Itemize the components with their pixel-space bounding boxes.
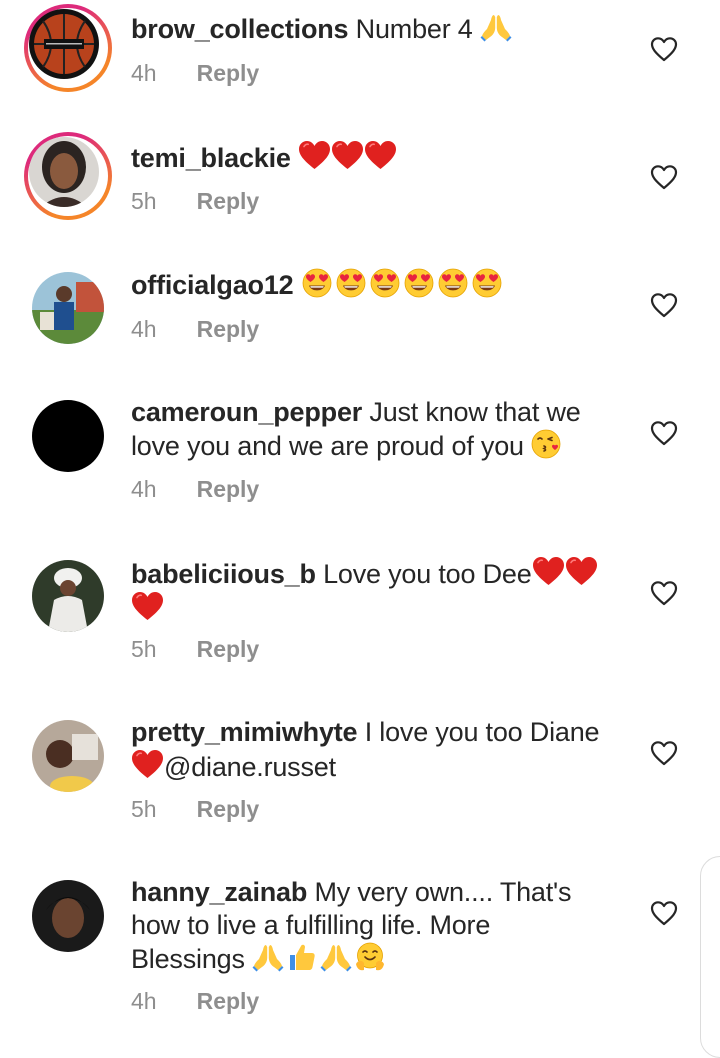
- red-heart-icon: [364, 140, 397, 170]
- profile-photo-icon: [32, 272, 104, 344]
- avatar[interactable]: [32, 720, 104, 792]
- comment-username[interactable]: temi_blackie: [131, 143, 291, 173]
- avatar[interactable]: [32, 272, 104, 344]
- comment-username[interactable]: hanny_zainab: [131, 877, 307, 907]
- avatar[interactable]: [32, 400, 104, 472]
- basketball-logo-icon: [29, 9, 99, 79]
- kissing-face-icon: [531, 429, 563, 459]
- heart-eyes-icon: [437, 268, 469, 298]
- overlay-card-edge: [700, 856, 720, 1058]
- reply-button[interactable]: Reply: [197, 796, 260, 823]
- folded-hands-icon: [320, 942, 352, 972]
- comment-timestamp: 5h: [131, 188, 157, 214]
- comment-timestamp: 5h: [131, 636, 157, 662]
- reply-button[interactable]: Reply: [197, 636, 260, 663]
- comment-timestamp: 4h: [131, 476, 157, 502]
- like-heart-icon[interactable]: [650, 292, 678, 318]
- profile-photo-icon: [29, 137, 99, 207]
- like-heart-icon[interactable]: [650, 740, 678, 766]
- reply-button[interactable]: Reply: [197, 188, 260, 215]
- heart-eyes-icon: [301, 268, 333, 298]
- comment-username[interactable]: babeliciious_b: [131, 559, 316, 589]
- like-heart-icon[interactable]: [650, 36, 678, 62]
- like-heart-icon[interactable]: [650, 164, 678, 190]
- comment-text: I love you too Diane: [364, 717, 600, 747]
- avatar[interactable]: [32, 560, 104, 632]
- thumbs-up-icon: [286, 942, 318, 972]
- heart-eyes-icon: [335, 268, 367, 298]
- heart-eyes-icon: [471, 268, 503, 298]
- hugging-face-icon: [354, 942, 386, 972]
- profile-photo-icon: [32, 560, 104, 632]
- like-heart-icon[interactable]: [650, 420, 678, 446]
- comment-text: Number 4: [355, 14, 473, 44]
- reply-button[interactable]: Reply: [197, 988, 260, 1015]
- like-heart-icon[interactable]: [650, 580, 678, 606]
- like-heart-icon[interactable]: [650, 900, 678, 926]
- heart-eyes-icon: [403, 268, 435, 298]
- red-heart-icon: [131, 591, 164, 621]
- comment-username[interactable]: brow_collections: [131, 14, 349, 44]
- reply-button[interactable]: Reply: [197, 60, 260, 87]
- comment-username[interactable]: cameroun_pepper: [131, 397, 362, 427]
- folded-hands-icon: [480, 12, 512, 42]
- red-heart-icon: [298, 140, 331, 170]
- comment-timestamp: 5h: [131, 796, 157, 822]
- comment-username[interactable]: officialgao12: [131, 270, 294, 300]
- comment-text: Love you too Dee: [323, 559, 532, 589]
- reply-button[interactable]: Reply: [197, 316, 260, 343]
- avatar[interactable]: [24, 4, 112, 92]
- red-heart-icon: [131, 749, 164, 779]
- comment-timestamp: 4h: [131, 60, 157, 86]
- heart-eyes-icon: [369, 268, 401, 298]
- red-heart-icon: [331, 140, 364, 170]
- comment-timestamp: 4h: [131, 316, 157, 342]
- folded-hands-icon: [252, 942, 284, 972]
- avatar[interactable]: [24, 132, 112, 220]
- comment-timestamp: 4h: [131, 988, 157, 1014]
- red-heart-icon: [532, 556, 565, 586]
- profile-photo-icon: [32, 880, 104, 952]
- reply-button[interactable]: Reply: [197, 476, 260, 503]
- avatar[interactable]: [32, 880, 104, 952]
- comment-username[interactable]: pretty_mimiwhyte: [131, 717, 358, 747]
- mention-link[interactable]: @diane.russet: [164, 752, 336, 782]
- red-heart-icon: [565, 556, 598, 586]
- profile-photo-icon: [32, 720, 104, 792]
